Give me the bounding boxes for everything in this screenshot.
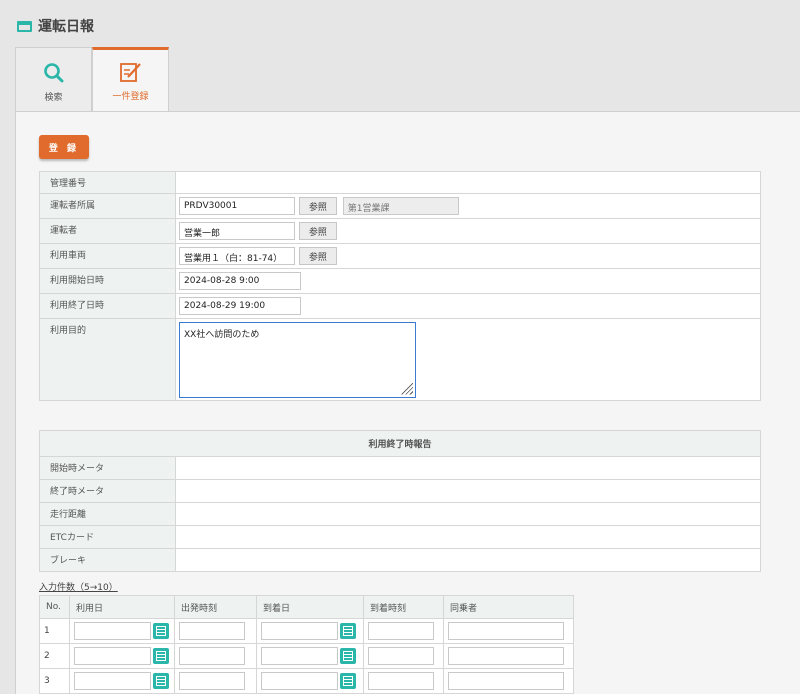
report-etc-label: ETCカード: [39, 525, 176, 549]
vehicle-ref-button[interactable]: 参照: [298, 247, 337, 265]
report-distance-label: 走行距離: [39, 502, 176, 526]
resize-grip-icon[interactable]: [401, 382, 413, 395]
tab-register-label: 一件登録: [112, 92, 149, 102]
report-header-row: 利用終了時報告: [39, 430, 761, 457]
report-start-meter-value: [175, 456, 761, 480]
tab-search-label: 検索: [44, 93, 63, 103]
arrival-date-input[interactable]: [261, 672, 338, 690]
report-title: 利用終了時報告: [39, 430, 761, 457]
calendar-icon[interactable]: [153, 623, 169, 639]
detail-rows-table: No. 利用日 出発時刻 到着日 到着時刻 同乗者 1 2 3: [39, 595, 574, 694]
col-arrival-time: 到着時刻: [363, 595, 444, 619]
arrival-time-input[interactable]: [368, 672, 434, 690]
report-distance-value: [175, 502, 761, 526]
report-row: 走行距離: [39, 502, 761, 526]
management-no-label: 管理番号: [39, 171, 176, 194]
table-row: 2: [39, 643, 574, 669]
use-date-input[interactable]: [74, 647, 151, 665]
calendar-icon[interactable]: [153, 648, 169, 664]
management-no-value: [175, 171, 761, 194]
arrival-date-input[interactable]: [261, 622, 338, 640]
register-button[interactable]: 登 録: [39, 135, 89, 159]
driver-dept-input[interactable]: PRDV30001: [179, 197, 295, 215]
report-row: ブレーキ: [39, 548, 761, 572]
end-datetime-input[interactable]: 2024-08-29 19:00: [179, 297, 301, 315]
passenger-input[interactable]: [448, 672, 564, 690]
arrival-time-input[interactable]: [368, 647, 434, 665]
search-icon: [43, 63, 63, 83]
form-row-end-datetime: 利用終了日時 2024-08-29 19:00: [39, 293, 761, 319]
purpose-textarea[interactable]: XX社へ訪問のため: [179, 321, 416, 398]
depart-time-input[interactable]: [179, 672, 245, 690]
edit-icon: [119, 63, 141, 82]
calendar-icon[interactable]: [340, 648, 356, 664]
col-passenger: 同乗者: [443, 595, 574, 619]
row-no: 2: [39, 643, 70, 669]
purpose-label: 利用目的: [39, 318, 176, 401]
vehicle-label: 利用車両: [39, 243, 176, 269]
calendar-icon[interactable]: [340, 623, 356, 639]
row-no: 1: [39, 618, 70, 644]
col-no: No.: [39, 595, 70, 619]
vehicle-input[interactable]: 営業用１（白：81-74）: [179, 247, 295, 265]
form-row-driver: 運転者 営業一郎 参照: [39, 218, 761, 244]
end-report-table: 利用終了時報告 開始時メータ 終了時メータ 走行距離 ETCカード ブレーキ: [39, 430, 761, 572]
col-arrival-date: 到着日: [256, 595, 364, 619]
purpose-text: XX社へ訪問のため: [184, 329, 260, 340]
driver-dept-label: 運転者所属: [39, 193, 176, 219]
use-date-input[interactable]: [74, 672, 151, 690]
form-row-start-datetime: 利用開始日時 2024-08-28 9:00: [39, 268, 761, 294]
report-brake-value: [175, 548, 761, 572]
tab-register[interactable]: 一件登録: [92, 47, 169, 112]
driver-ref-button[interactable]: 参照: [298, 222, 337, 240]
passenger-input[interactable]: [448, 622, 564, 640]
report-end-meter-label: 終了時メータ: [39, 479, 176, 503]
report-start-meter-label: 開始時メータ: [39, 456, 176, 480]
driver-dept-name-field: 第1営業課: [342, 197, 459, 215]
table-row: 3: [39, 668, 574, 694]
page-title: 運転日報: [38, 19, 94, 35]
form-row-management-no: 管理番号: [39, 171, 761, 194]
arrival-time-input[interactable]: [368, 622, 434, 640]
driver-input[interactable]: 営業一郎: [179, 222, 295, 240]
table-row: 1: [39, 618, 574, 644]
report-row: ETCカード: [39, 525, 761, 549]
driver-label: 運転者: [39, 218, 176, 244]
report-end-meter-value: [175, 479, 761, 503]
calendar-icon[interactable]: [153, 673, 169, 689]
report-brake-label: ブレーキ: [39, 548, 176, 572]
form-row-vehicle: 利用車両 営業用１（白：81-74） 参照: [39, 243, 761, 269]
report-etc-value: [175, 525, 761, 549]
input-count-link[interactable]: 入力件数（5→10）: [39, 580, 118, 593]
start-datetime-input[interactable]: 2024-08-28 9:00: [179, 272, 301, 290]
depart-time-input[interactable]: [179, 647, 245, 665]
tab-bar: 検索 一件登録: [15, 47, 169, 112]
depart-time-input[interactable]: [179, 622, 245, 640]
calendar-icon[interactable]: [340, 673, 356, 689]
driver-dept-ref-button[interactable]: 参照: [298, 197, 337, 215]
report-row: 開始時メータ: [39, 456, 761, 480]
col-depart-time: 出発時刻: [174, 595, 257, 619]
registration-form: 管理番号 運転者所属 PRDV30001 参照 第1営業課 運転者 営業一郎 参…: [39, 171, 761, 401]
form-row-driver-dept: 運転者所属 PRDV30001 参照 第1営業課: [39, 193, 761, 219]
use-date-input[interactable]: [74, 622, 151, 640]
window-icon: [17, 20, 32, 32]
passenger-input[interactable]: [448, 647, 564, 665]
report-row: 終了時メータ: [39, 479, 761, 503]
arrival-date-input[interactable]: [261, 647, 338, 665]
col-use-date: 利用日: [69, 595, 175, 619]
start-datetime-label: 利用開始日時: [39, 268, 176, 294]
detail-header-row: No. 利用日 出発時刻 到着日 到着時刻 同乗者: [39, 595, 574, 619]
page-header: 運転日報: [17, 14, 94, 38]
form-row-purpose: 利用目的 XX社へ訪問のため: [39, 318, 761, 401]
end-datetime-label: 利用終了日時: [39, 293, 176, 319]
row-no: 3: [39, 668, 70, 694]
tab-search[interactable]: 検索: [15, 47, 92, 112]
